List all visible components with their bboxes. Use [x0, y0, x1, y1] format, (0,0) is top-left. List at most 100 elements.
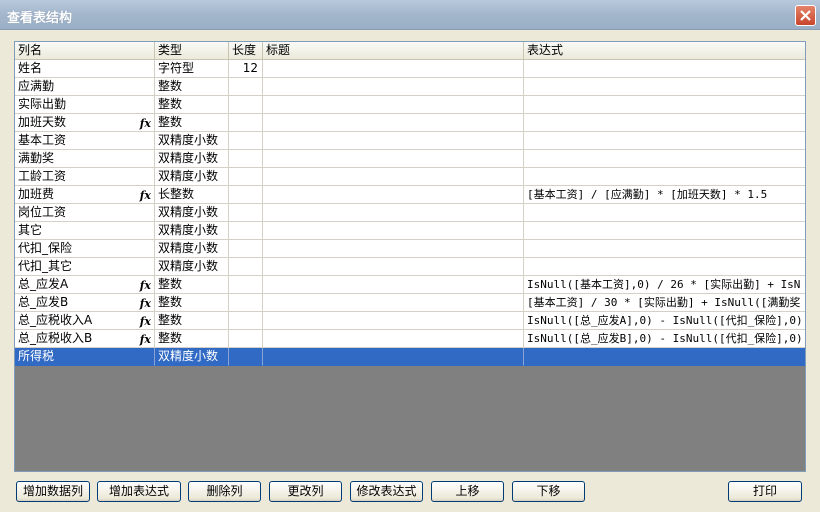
cell-name[interactable]: 实际出勤	[15, 96, 155, 114]
cell-expression[interactable]: [基本工资] / [应满勤] * [加班天数] * 1.5	[524, 186, 805, 204]
table-structure-grid[interactable]: 列名 类型 长度 标题 表达式 姓名 字符型 12 应满勤 整数 实际出勤 整数 加班天数 fx…	[14, 41, 806, 472]
cell-caption[interactable]	[263, 114, 524, 132]
cell-caption[interactable]	[263, 60, 524, 78]
cell-caption[interactable]	[263, 96, 524, 114]
cell-caption[interactable]	[263, 186, 524, 204]
cell-expression[interactable]	[524, 60, 805, 78]
cell-length[interactable]	[229, 96, 263, 114]
table-row[interactable]: 总_应发A fx 整数 IsNull([基本工资],0) / 26 * [实际出勤] …	[15, 276, 805, 294]
cell-type[interactable]: 整数	[155, 312, 229, 330]
cell-expression[interactable]	[524, 222, 805, 240]
table-row[interactable]: 基本工资 双精度小数	[15, 132, 805, 150]
cell-expression[interactable]: IsNull([总_应发B],0) - IsNull([代扣_保险],0)	[524, 330, 805, 348]
cell-name[interactable]: 总_应税收入B fx	[15, 330, 155, 348]
cell-caption[interactable]	[263, 330, 524, 348]
cell-type[interactable]: 双精度小数	[155, 348, 229, 366]
cell-expression[interactable]	[524, 132, 805, 150]
cell-caption[interactable]	[263, 150, 524, 168]
table-row[interactable]: 岗位工资 双精度小数	[15, 204, 805, 222]
cell-expression[interactable]: IsNull([总_应发A],0) - IsNull([代扣_保险],0)	[524, 312, 805, 330]
cell-type[interactable]: 字符型	[155, 60, 229, 78]
table-row[interactable]: 姓名 字符型 12	[15, 60, 805, 78]
cell-type[interactable]: 整数	[155, 96, 229, 114]
cell-name[interactable]: 加班天数 fx	[15, 114, 155, 132]
cell-length[interactable]	[229, 294, 263, 312]
change-column-button[interactable]: 更改列	[269, 481, 342, 502]
cell-expression[interactable]	[524, 240, 805, 258]
cell-name[interactable]: 总_应税收入A fx	[15, 312, 155, 330]
cell-caption[interactable]	[263, 312, 524, 330]
column-header-type[interactable]: 类型	[155, 42, 229, 60]
table-row[interactable]: 总_应税收入B fx 整数 IsNull([总_应发B],0) - IsNull([代…	[15, 330, 805, 348]
cell-expression[interactable]: IsNull([基本工资],0) / 26 * [实际出勤] + IsN	[524, 276, 805, 294]
table-row[interactable]: 应满勤 整数	[15, 78, 805, 96]
move-up-button[interactable]: 上移	[431, 481, 504, 502]
cell-name[interactable]: 应满勤	[15, 78, 155, 96]
cell-type[interactable]: 长整数	[155, 186, 229, 204]
cell-expression[interactable]	[524, 150, 805, 168]
cell-expression[interactable]: [基本工资] / 30 * [实际出勤] + IsNull([满勤奖	[524, 294, 805, 312]
table-row[interactable]: 满勤奖 双精度小数	[15, 150, 805, 168]
cell-name[interactable]: 加班费 fx	[15, 186, 155, 204]
move-down-button[interactable]: 下移	[512, 481, 585, 502]
print-button[interactable]: 打印	[728, 481, 802, 502]
cell-length[interactable]	[229, 312, 263, 330]
table-row[interactable]: 总_应税收入A fx 整数 IsNull([总_应发A],0) - IsNull([代…	[15, 312, 805, 330]
column-header-expression[interactable]: 表达式	[524, 42, 805, 60]
cell-length[interactable]: 12	[229, 60, 263, 78]
table-row[interactable]: 其它 双精度小数	[15, 222, 805, 240]
cell-type[interactable]: 整数	[155, 78, 229, 96]
cell-type[interactable]: 整数	[155, 276, 229, 294]
cell-name[interactable]: 基本工资	[15, 132, 155, 150]
cell-name[interactable]: 代扣_保险	[15, 240, 155, 258]
cell-caption[interactable]	[263, 240, 524, 258]
cell-length[interactable]	[229, 150, 263, 168]
cell-expression[interactable]	[524, 168, 805, 186]
cell-type[interactable]: 双精度小数	[155, 222, 229, 240]
cell-length[interactable]	[229, 78, 263, 96]
cell-caption[interactable]	[263, 258, 524, 276]
delete-column-button[interactable]: 删除列	[188, 481, 261, 502]
cell-name[interactable]: 姓名	[15, 60, 155, 78]
cell-length[interactable]	[229, 168, 263, 186]
cell-length[interactable]	[229, 222, 263, 240]
column-header-name[interactable]: 列名	[15, 42, 155, 60]
table-row[interactable]: 工龄工资 双精度小数	[15, 168, 805, 186]
cell-length[interactable]	[229, 258, 263, 276]
cell-length[interactable]	[229, 132, 263, 150]
cell-expression[interactable]	[524, 348, 805, 366]
cell-type[interactable]: 双精度小数	[155, 150, 229, 168]
cell-caption[interactable]	[263, 132, 524, 150]
cell-type[interactable]: 整数	[155, 114, 229, 132]
table-row[interactable]: 实际出勤 整数	[15, 96, 805, 114]
add-expression-button[interactable]: 增加表达式	[97, 481, 181, 502]
cell-expression[interactable]	[524, 78, 805, 96]
cell-name[interactable]: 所得税	[15, 348, 155, 366]
cell-length[interactable]	[229, 276, 263, 294]
table-row[interactable]: 所得税 双精度小数	[15, 348, 805, 366]
cell-caption[interactable]	[263, 294, 524, 312]
cell-caption[interactable]	[263, 78, 524, 96]
cell-name[interactable]: 总_应发A fx	[15, 276, 155, 294]
cell-name[interactable]: 满勤奖	[15, 150, 155, 168]
cell-type[interactable]: 双精度小数	[155, 240, 229, 258]
cell-name[interactable]: 岗位工资	[15, 204, 155, 222]
close-button[interactable]	[795, 5, 816, 26]
cell-length[interactable]	[229, 348, 263, 366]
cell-caption[interactable]	[263, 348, 524, 366]
cell-name[interactable]: 代扣_其它	[15, 258, 155, 276]
cell-type[interactable]: 双精度小数	[155, 168, 229, 186]
cell-expression[interactable]	[524, 96, 805, 114]
cell-length[interactable]	[229, 240, 263, 258]
cell-length[interactable]	[229, 330, 263, 348]
cell-caption[interactable]	[263, 204, 524, 222]
add-data-column-button[interactable]: 增加数据列	[16, 481, 90, 502]
cell-type[interactable]: 双精度小数	[155, 132, 229, 150]
cell-expression[interactable]	[524, 204, 805, 222]
cell-type[interactable]: 双精度小数	[155, 204, 229, 222]
cell-name[interactable]: 工龄工资	[15, 168, 155, 186]
cell-type[interactable]: 双精度小数	[155, 258, 229, 276]
cell-length[interactable]	[229, 114, 263, 132]
column-header-length[interactable]: 长度	[229, 42, 263, 60]
cell-length[interactable]	[229, 186, 263, 204]
